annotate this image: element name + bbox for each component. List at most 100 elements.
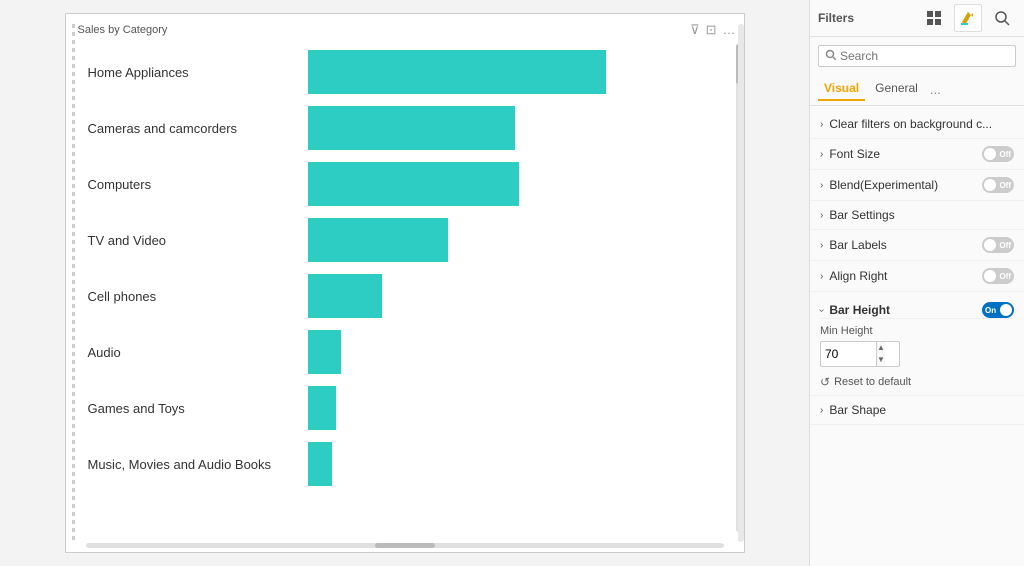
search-box: [818, 45, 1016, 67]
bar-track[interactable]: [308, 330, 722, 374]
paint-icon-tab[interactable]: [954, 4, 982, 32]
more-icon[interactable]: …: [723, 22, 736, 38]
bar-row: Computers: [88, 156, 722, 212]
bar-row: TV and Video: [88, 212, 722, 268]
toggle-text-5: Off: [999, 272, 1011, 281]
chart-container: Sales by Category ⊽ ⊡ … Home Appliances C…: [65, 13, 745, 553]
right-panel: Filters Visual General ... ›Clear filter…: [809, 0, 1024, 566]
chart-scrollbar-horizontal[interactable]: [86, 543, 724, 548]
tab-visual[interactable]: Visual: [818, 77, 865, 101]
table-icon-tab[interactable]: [920, 4, 948, 32]
setting-label-1: Font Size: [829, 147, 982, 161]
setting-chevron-4: ›: [820, 240, 823, 251]
setting-label-4: Bar Labels: [829, 238, 982, 252]
chart-left-border: [72, 24, 75, 542]
bar-fill: [308, 218, 449, 262]
bar-row: Music, Movies and Audio Books: [88, 436, 722, 492]
setting-row-1[interactable]: › Font Size Off: [810, 139, 1024, 170]
bar-fill: [308, 106, 515, 150]
bar-label: Home Appliances: [88, 65, 308, 80]
toggle-5[interactable]: Off: [982, 268, 1014, 284]
toggle-knob-1: [984, 148, 996, 160]
setting-label-2: Blend(Experimental): [829, 178, 982, 192]
bar-height-section: › Bar Height On Min Height ▲ ▼ ↺ Reset t…: [810, 296, 1024, 396]
scrollbar-thumb-horizontal: [375, 543, 435, 548]
toggle-1[interactable]: Off: [982, 146, 1014, 162]
stepper-up[interactable]: ▲: [877, 342, 885, 354]
scrollbar-thumb-vertical: [736, 44, 741, 84]
bar-fill: [308, 386, 337, 430]
setting-chevron-1: ›: [820, 149, 823, 160]
bar-track[interactable]: [308, 386, 722, 430]
toggle-text-2: Off: [999, 181, 1011, 190]
expand-icon[interactable]: ⊡: [706, 22, 717, 38]
reset-to-default[interactable]: ↺ Reset to default: [820, 375, 1014, 389]
setting-label-3: Bar Settings: [829, 208, 1014, 222]
bar-fill: [308, 274, 383, 318]
chart-icons: ⊽ ⊡ …: [690, 22, 735, 38]
bar-label: Music, Movies and Audio Books: [88, 457, 308, 472]
bar-shape-chevron: ›: [820, 405, 823, 416]
visual-general-tabs: Visual General ...: [810, 73, 1024, 106]
setting-row-0[interactable]: ›Clear filters on background c...: [810, 110, 1024, 139]
setting-row-4[interactable]: › Bar Labels Off: [810, 230, 1024, 261]
bar-label: Computers: [88, 177, 308, 192]
setting-label-5: Align Right: [829, 269, 982, 283]
toggle-text-4: Off: [999, 241, 1011, 250]
tab-general[interactable]: General: [869, 77, 924, 101]
reset-label: Reset to default: [834, 376, 911, 388]
bar-row: Games and Toys: [88, 380, 722, 436]
setting-chevron-5: ›: [820, 271, 823, 282]
bar-label: Cell phones: [88, 289, 308, 304]
bar-fill: [308, 50, 606, 94]
bar-track[interactable]: [308, 442, 722, 486]
setting-row-3[interactable]: › Bar Settings: [810, 201, 1024, 230]
min-height-input-row: ▲ ▼: [820, 341, 900, 367]
bar-fill: [308, 442, 333, 486]
bar-label: TV and Video: [88, 233, 308, 248]
min-height-input[interactable]: [821, 347, 876, 361]
bar-height-chevron: ›: [816, 308, 827, 311]
stepper-down[interactable]: ▼: [877, 354, 885, 366]
toggle-2[interactable]: Off: [982, 177, 1014, 193]
search-icon: [825, 49, 836, 63]
bar-fill: [308, 162, 519, 206]
bar-height-label: Bar Height: [829, 303, 982, 317]
search-input[interactable]: [840, 49, 1009, 63]
toggle-knob-4: [984, 239, 996, 251]
filters-label: Filters: [818, 11, 854, 25]
bar-shape-label: Bar Shape: [829, 403, 1014, 417]
bar-fill: [308, 330, 341, 374]
bar-track[interactable]: [308, 218, 722, 262]
toggle-knob-2: [984, 179, 996, 191]
setting-row-5[interactable]: › Align Right Off: [810, 261, 1024, 292]
chart-scrollbar-vertical[interactable]: [736, 44, 741, 532]
panel-icon-tabs: Filters: [810, 0, 1024, 37]
bar-track[interactable]: [308, 50, 722, 94]
chart-title: Sales by Category: [78, 24, 732, 36]
bar-height-toggle[interactable]: On: [982, 302, 1014, 318]
toggle-knob-5: [984, 270, 996, 282]
toggle-on-text: On: [985, 306, 996, 315]
bar-label: Audio: [88, 345, 308, 360]
setting-row-2[interactable]: ›Blend(Experimental)Off: [810, 170, 1024, 201]
bar-track[interactable]: [308, 106, 722, 150]
tab-more-icon[interactable]: ...: [930, 82, 941, 97]
bar-label: Cameras and camcorders: [88, 121, 308, 136]
reset-icon: ↺: [820, 375, 830, 389]
chart-area: Sales by Category ⊽ ⊡ … Home Appliances C…: [0, 0, 809, 566]
setting-chevron-3: ›: [820, 210, 823, 221]
filter-icon[interactable]: ⊽: [690, 22, 700, 38]
bar-height-header[interactable]: › Bar Height On: [820, 302, 1014, 319]
bar-chart: Home Appliances Cameras and camcorders Com…: [78, 44, 732, 492]
bar-shape-row[interactable]: › Bar Shape: [810, 396, 1024, 425]
bar-track[interactable]: [308, 162, 722, 206]
toggle-4[interactable]: Off: [982, 237, 1014, 253]
bar-row: Home Appliances: [88, 44, 722, 100]
stepper-buttons: ▲ ▼: [876, 342, 885, 366]
toggle-knob: [1000, 304, 1012, 316]
bar-row: Audio: [88, 324, 722, 380]
analytics-icon-tab[interactable]: [988, 4, 1016, 32]
bar-track[interactable]: [308, 274, 722, 318]
toggle-text-1: Off: [999, 150, 1011, 159]
